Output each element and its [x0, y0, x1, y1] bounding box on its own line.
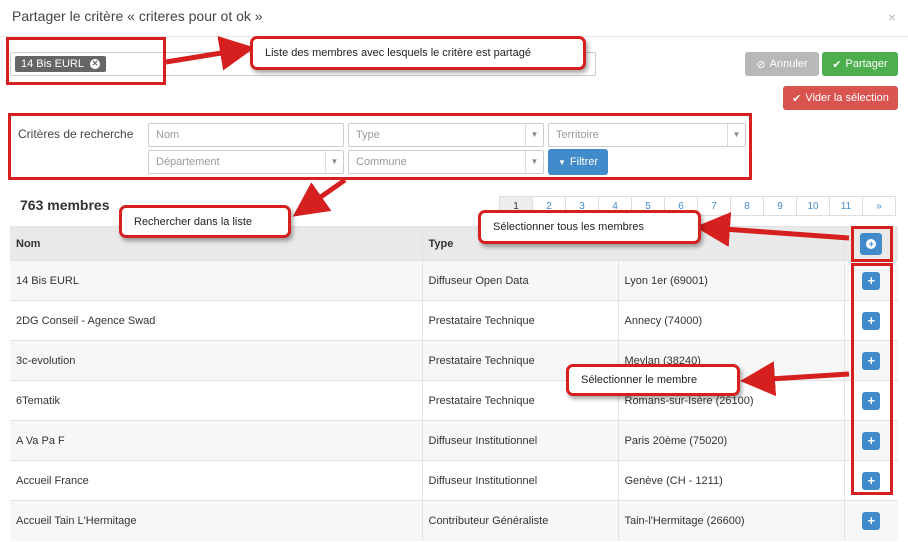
action-cell: +: [843, 460, 898, 501]
member-type: Prestataire Technique: [421, 300, 618, 341]
callout-search-list: Rechercher dans la liste: [119, 205, 291, 238]
page-link[interactable]: 9: [763, 196, 797, 216]
page-link[interactable]: 7: [697, 196, 731, 216]
action-cell: +: [843, 260, 898, 301]
filter-button[interactable]: ▼ Filtrer: [548, 149, 608, 175]
add-member-button[interactable]: +: [862, 431, 881, 450]
modal-title: Partager le critère « criteres pour ot o…: [12, 8, 263, 24]
page-link[interactable]: 10: [796, 196, 830, 216]
select-all-cell: +: [843, 226, 898, 261]
member-type: Diffuseur Open Data: [421, 260, 618, 301]
shared-member-tag: 14 Bis EURL ✕: [15, 56, 106, 72]
page-link[interactable]: »: [862, 196, 896, 216]
add-member-button[interactable]: +: [862, 351, 881, 370]
member-type: Diffuseur Institutionnel: [421, 420, 618, 461]
members-count: 763 membres: [20, 197, 110, 213]
member-type: Contributeur Généraliste: [421, 500, 618, 541]
member-name: 2DG Conseil - Agence Swad: [10, 300, 422, 341]
action-cell: +: [843, 380, 898, 421]
member-name: 3c-evolution: [10, 340, 422, 381]
table-row: 6Tematik Prestataire Technique Romans-sur-…: [10, 380, 898, 421]
table-row: 2DG Conseil - Agence Swad Prestataire Tec…: [10, 300, 898, 341]
chevron-down-icon: ▼: [325, 151, 343, 173]
department-select[interactable]: Département ▼: [148, 150, 344, 174]
page-link[interactable]: 8: [730, 196, 764, 216]
remove-tag-icon[interactable]: ✕: [89, 59, 100, 69]
page-link[interactable]: 11: [829, 196, 863, 216]
action-cell: +: [843, 300, 898, 341]
cancel-button[interactable]: ⊘ Annuler: [745, 52, 819, 76]
cancel-icon: ⊘: [756, 58, 766, 71]
name-search-input[interactable]: Nom: [148, 123, 344, 147]
add-member-button[interactable]: +: [862, 391, 881, 410]
member-name: 6Tematik: [10, 380, 422, 421]
member-location: Genève (CH - 1211): [617, 460, 844, 501]
member-name: Accueil Tain L'Hermitage: [10, 500, 422, 541]
callout-shared-list: Liste des membres avec lesquels le critè…: [250, 36, 586, 70]
search-criteria-label: Critères de recherche: [18, 127, 134, 141]
add-member-button[interactable]: +: [862, 271, 881, 290]
share-button[interactable]: ✔ Partager: [822, 52, 898, 76]
close-icon[interactable]: ×: [888, 9, 896, 25]
name-placeholder: Nom: [156, 129, 180, 141]
check-icon: ✔: [832, 58, 842, 71]
action-cell: +: [843, 420, 898, 461]
commune-placeholder: Commune: [356, 156, 407, 168]
cancel-button-label: Annuler: [769, 58, 808, 70]
member-location: Paris 20ème (75020): [617, 420, 844, 461]
share-button-label: Partager: [845, 58, 888, 70]
select-all-button[interactable]: +: [860, 232, 883, 255]
chevron-down-icon: ▼: [525, 124, 543, 146]
member-name: 14 Bis EURL: [10, 260, 422, 301]
add-member-button[interactable]: +: [862, 471, 881, 490]
member-name: Accueil France: [10, 460, 422, 501]
add-member-button[interactable]: +: [862, 311, 881, 330]
member-location: Tain-l'Hermitage (26600): [617, 500, 844, 541]
clear-selection-label: Vider la sélection: [805, 92, 889, 104]
territory-placeholder: Territoire: [556, 129, 599, 141]
commune-select[interactable]: Commune ▼: [348, 150, 544, 174]
action-cell: +: [843, 340, 898, 381]
shared-member-tag-label: 14 Bis EURL: [21, 58, 84, 70]
territory-select[interactable]: Territoire ▼: [548, 123, 746, 147]
chevron-down-icon: ▼: [727, 124, 745, 146]
chevron-down-icon: ▼: [525, 151, 543, 173]
member-location: Annecy (74000): [617, 300, 844, 341]
table-row: 14 Bis EURL Diffuseur Open Data Lyon 1er (…: [10, 260, 898, 301]
clear-selection-button[interactable]: ✔ Vider la sélection: [783, 86, 898, 110]
type-placeholder: Type: [356, 129, 380, 141]
arrow-search-list: [292, 177, 347, 217]
type-select[interactable]: Type ▼: [348, 123, 544, 147]
table-row: Accueil France Diffuseur Institutionnel Ge…: [10, 460, 898, 501]
member-location: Lyon 1er (69001): [617, 260, 844, 301]
add-member-button[interactable]: +: [862, 511, 881, 530]
member-name: A Va Pa F: [10, 420, 422, 461]
member-type: Diffuseur Institutionnel: [421, 460, 618, 501]
action-cell: +: [843, 500, 898, 541]
table-row: 3c-evolution Prestataire Technique Meylan …: [10, 340, 898, 381]
members-table: Nom Type + 14 Bis EURL Diffuseur Open Dat…: [10, 226, 898, 541]
callout-select-all: Sélectionner tous les membres: [478, 210, 701, 244]
filter-button-label: Filtrer: [569, 156, 599, 168]
check-icon: ✔: [792, 92, 802, 105]
table-row: A Va Pa F Diffuseur Institutionnel Paris 2…: [10, 420, 898, 461]
plus-circle-icon: +: [866, 238, 877, 249]
table-row: Accueil Tain L'Hermitage Contributeur Gén…: [10, 500, 898, 541]
filter-icon: ▼: [557, 157, 566, 167]
department-placeholder: Département: [156, 156, 220, 168]
callout-select-member: Sélectionner le membre: [566, 364, 740, 396]
